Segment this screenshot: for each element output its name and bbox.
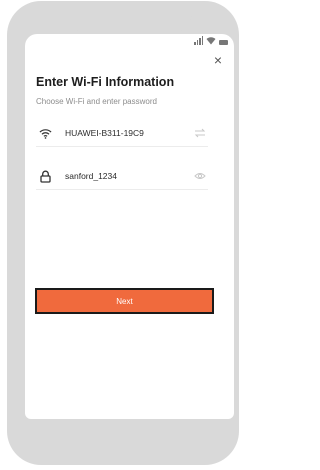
phone-screen: [25, 34, 234, 419]
cellular-signal-icon: [194, 36, 203, 45]
wifi-ssid: HUAWEI-B311-19C9: [65, 128, 144, 138]
lock-icon: [40, 170, 51, 183]
page-title: Enter Wi-Fi Information: [36, 75, 175, 89]
battery-icon: [219, 40, 228, 45]
status-bar: [194, 35, 228, 45]
next-button-label: Next: [116, 296, 133, 306]
phone-notch: [67, 4, 192, 34]
close-button[interactable]: ×: [214, 53, 222, 67]
password-value: sanford_1234: [65, 171, 117, 181]
wifi-icon: [39, 128, 52, 139]
wifi-network-field[interactable]: HUAWEI-B311-19C9: [36, 120, 208, 147]
close-icon: ×: [213, 52, 222, 68]
password-field[interactable]: sanford_1234: [36, 163, 208, 190]
phone-frame: [7, 1, 239, 465]
switch-network-icon[interactable]: [194, 128, 206, 138]
wifi-status-icon: [206, 37, 216, 45]
next-button[interactable]: Next: [35, 288, 214, 314]
page-subtitle: Choose Wi-Fi and enter password: [36, 97, 157, 106]
eye-icon[interactable]: [194, 171, 206, 181]
